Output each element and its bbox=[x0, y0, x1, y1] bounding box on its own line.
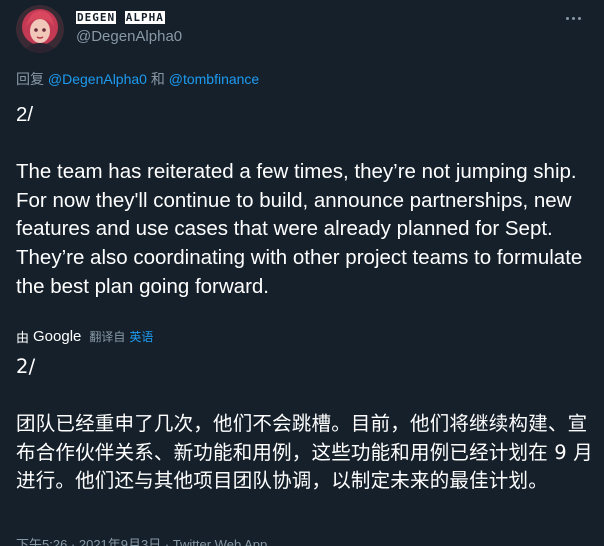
avatar[interactable] bbox=[16, 5, 64, 53]
more-options-button[interactable] bbox=[560, 6, 586, 30]
tweet-text: 2/ The team has reiterated a few times, … bbox=[16, 103, 583, 298]
more-horizontal-icon-dot bbox=[571, 16, 575, 20]
source-language-link[interactable]: 英语 bbox=[129, 328, 153, 345]
translation-attribution: 由 Google 翻译自 英语 bbox=[16, 327, 153, 345]
reply-prefix: 回复 bbox=[16, 71, 44, 87]
avatar-illustration bbox=[16, 5, 64, 53]
translated-from-label: 翻译自 bbox=[89, 329, 126, 344]
translated-tweet-text: 2/ 团队已经重申了几次，他们不会跳槽。目前，他们将继续构建、宣布合作伙伴关系、… bbox=[16, 355, 594, 493]
reply-mention-1[interactable]: @DegenAlpha0 bbox=[48, 71, 147, 87]
display-name[interactable]: DEGEN ALPHA bbox=[76, 11, 166, 24]
reply-conjunction: 和 bbox=[150, 71, 165, 87]
translated-by-label: 由 bbox=[16, 329, 30, 345]
replying-to-line: 回复 @DegenAlpha0 和 @tombfinance bbox=[16, 69, 259, 89]
user-handle[interactable]: @DegenAlpha0 bbox=[76, 28, 182, 45]
display-name-part-2: ALPHA bbox=[124, 11, 165, 24]
more-horizontal-icon bbox=[565, 16, 569, 20]
google-logo: Google bbox=[33, 327, 82, 345]
tweet-card: DEGEN ALPHA @DegenAlpha0 回复 @DegenAlpha0… bbox=[0, 0, 604, 546]
reply-mention-2[interactable]: @tombfinance bbox=[169, 71, 259, 87]
display-name-part-1: DEGEN bbox=[76, 11, 117, 24]
more-horizontal-icon-dot bbox=[577, 16, 581, 20]
tweet-timestamp[interactable]: 下午5:26 · 2021年9月3日 · Twitter Web App bbox=[16, 534, 267, 546]
